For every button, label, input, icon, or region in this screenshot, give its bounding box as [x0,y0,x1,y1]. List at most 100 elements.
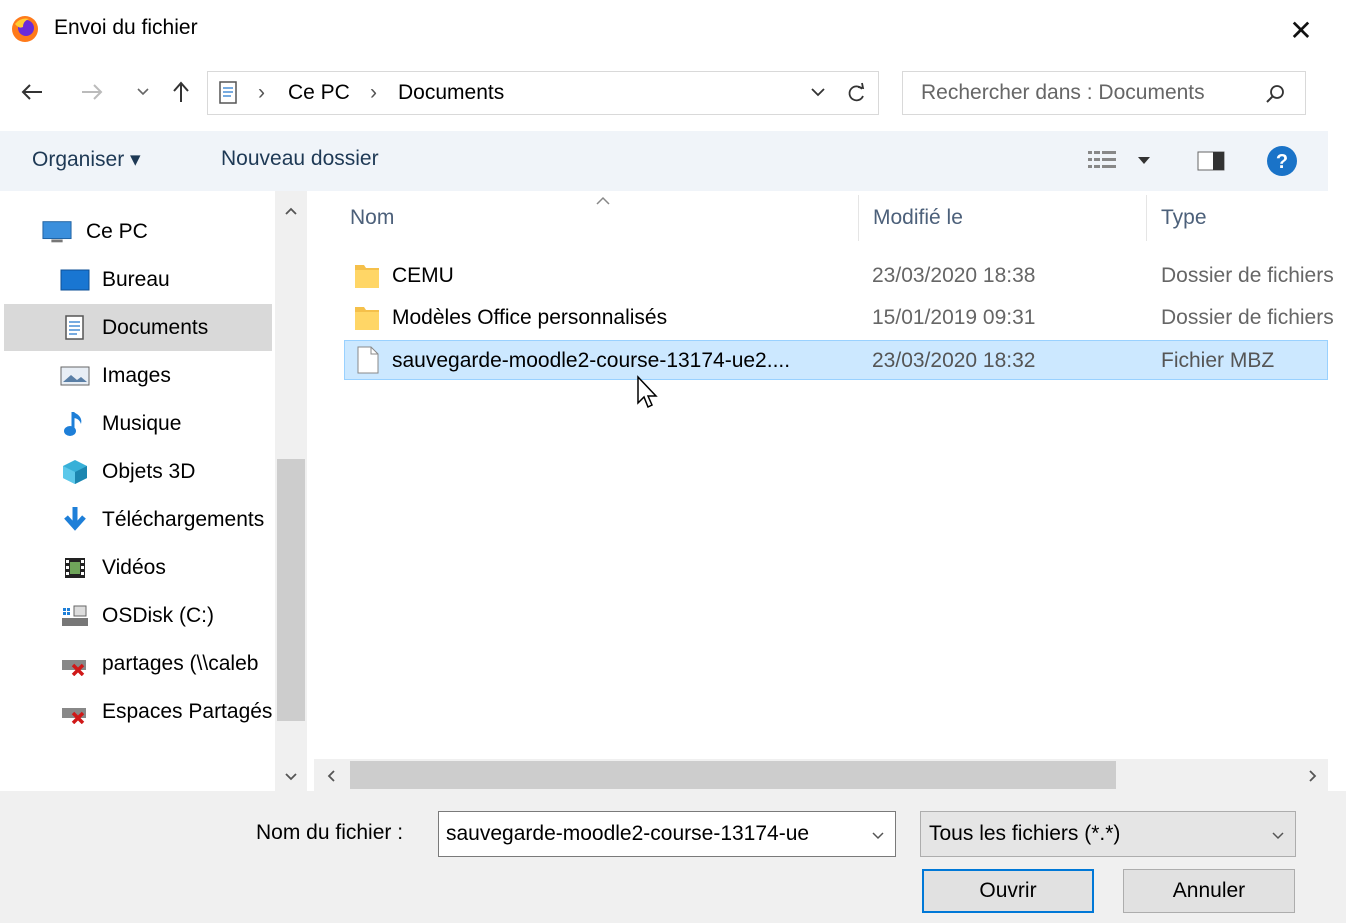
new-folder-button[interactable]: Nouveau dossier [221,147,379,171]
command-toolbar: Organiser ▾ Nouveau dossier ? [0,131,1328,191]
file-type: Dossier de fichiers [1161,306,1334,329]
videos-icon [60,555,90,581]
scroll-up-icon[interactable] [284,203,298,221]
arrow-up-icon [173,81,189,102]
3d-objects-icon [60,459,90,485]
music-icon [60,411,90,437]
file-row[interactable]: sauvegarde-moodle2-course-13174-ue2.... … [344,340,1328,380]
view-options-button[interactable] [1086,149,1158,178]
file-type-filter-value: Tous les fichiers (*.*) [929,822,1121,845]
arrow-left-icon [21,84,42,100]
mouse-cursor-icon [636,375,662,416]
scroll-left-icon[interactable] [326,769,336,788]
help-icon: ? [1267,146,1297,176]
sidebar-item-bureau[interactable]: Bureau [4,256,272,303]
file-name: sauvegarde-moodle2-course-13174-ue2.... [392,349,791,372]
sidebar-item-espaces-partages[interactable]: Espaces Partagés [4,688,272,735]
filename-value: sauvegarde-moodle2-course-13174-ue [446,822,810,845]
address-bar[interactable]: › Ce PC › Documents [207,71,879,115]
refresh-icon [848,82,865,102]
sidebar-item-partages[interactable]: partages (\\caleb [4,640,272,687]
column-header-type[interactable]: Type [1161,206,1207,230]
column-divider[interactable] [1146,195,1147,241]
chevron-down-icon [137,88,149,96]
firefox-icon [11,15,39,43]
scroll-down-icon[interactable] [284,769,298,787]
sidebar-item-images[interactable]: Images [4,352,272,399]
horizontal-scrollbar[interactable] [314,759,1328,791]
file-row[interactable]: CEMU 23/03/2020 18:38 Dossier de fichier… [344,256,1334,296]
close-button[interactable]: ✕ [1278,8,1324,52]
sidebar-item-label: Images [102,363,171,387]
file-type: Fichier MBZ [1161,349,1275,372]
back-button[interactable] [14,72,50,112]
recent-locations-button[interactable] [130,72,156,112]
computer-icon [42,219,72,245]
sort-ascending-icon [595,193,611,211]
network-drive-disconnected-icon [60,651,90,677]
file-type: Dossier de fichiers [1161,264,1334,287]
sidebar-item-label: Bureau [102,267,170,291]
column-header-name[interactable]: Nom [350,206,394,230]
breadcrumb-separator: › [258,81,265,104]
sidebar-item-videos[interactable]: Vidéos [4,544,272,591]
chevron-down-icon [1271,828,1285,846]
dialog-footer: Nom du fichier : sauvegarde-moodle2-cour… [0,791,1346,923]
sidebar-item-objets-3d[interactable]: Objets 3D [4,448,272,495]
address-dropdown-button[interactable] [810,85,826,104]
up-button[interactable] [164,72,198,112]
sidebar-item-label: Espaces Partagés [102,699,273,723]
search-placeholder: Rechercher dans : Documents [921,81,1205,104]
file-type-filter-select[interactable]: Tous les fichiers (*.*) [920,811,1296,857]
breadcrumb-item-documents[interactable]: Documents [398,81,504,105]
downloads-icon [60,506,90,533]
navigation-pane: Ce PC Bureau Documents Images Musique Ob… [0,191,312,791]
preview-pane-button[interactable] [1197,149,1227,178]
sidebar-item-osdisk[interactable]: OSDisk (C:) [4,592,272,639]
svg-text:?: ? [1276,151,1288,173]
scroll-right-icon[interactable] [1308,769,1318,788]
open-button[interactable]: Ouvrir [922,869,1094,913]
help-button[interactable]: ? [1266,145,1298,182]
column-divider[interactable] [858,195,859,241]
sidebar-scrollbar-thumb[interactable] [277,459,305,721]
file-icon [357,346,379,379]
search-icon[interactable] [1265,83,1287,110]
sidebar-scrollbar[interactable] [275,191,307,791]
sidebar-item-label: Ce PC [86,219,148,243]
sidebar-item-musique[interactable]: Musique [4,400,272,447]
drive-icon [60,603,90,629]
arrow-right-icon [82,84,103,100]
column-header-modified[interactable]: Modifié le [873,206,963,230]
sidebar-item-label: OSDisk (C:) [102,603,214,627]
horizontal-scrollbar-thumb[interactable] [350,761,1116,789]
organize-button[interactable]: Organiser ▾ [32,147,141,172]
refresh-button[interactable] [846,81,868,110]
sidebar-item-label: Vidéos [102,555,166,579]
breadcrumb-item-ce-pc[interactable]: Ce PC [288,81,350,105]
documents-icon [60,314,90,341]
network-drive-disconnected-icon [60,699,90,725]
sidebar-item-telechargements[interactable]: Téléchargements [4,496,272,543]
forward-button[interactable] [74,72,110,112]
file-modified: 23/03/2020 18:38 [872,264,1036,287]
chevron-down-icon[interactable] [871,828,885,846]
window-title: Envoi du fichier [54,16,198,39]
file-list: Nom Modifié le Type CEMU 23/03/2020 18:3… [314,191,1334,791]
sidebar-item-label: Musique [102,411,182,435]
search-input[interactable]: Rechercher dans : Documents [902,71,1306,115]
cancel-button[interactable]: Annuler [1123,869,1295,913]
sidebar-item-label: Téléchargements [102,507,265,531]
sidebar-item-documents[interactable]: Documents [4,304,272,351]
sidebar-item-label: Objets 3D [102,459,196,483]
document-location-icon [218,81,240,110]
folder-icon [354,304,380,337]
sidebar-item-ce-pc[interactable]: Ce PC [4,208,272,255]
filename-input[interactable]: sauvegarde-moodle2-course-13174-ue [438,811,896,857]
filename-label: Nom du fichier : [256,821,404,844]
preview-pane-icon [1197,151,1225,171]
sidebar-item-label: Documents [102,315,209,339]
file-row[interactable]: Modèles Office personnalisés 15/01/2019 … [344,298,1334,338]
file-name: Modèles Office personnalisés [392,306,668,329]
sidebar-item-label: partages (\\caleb [102,651,259,675]
